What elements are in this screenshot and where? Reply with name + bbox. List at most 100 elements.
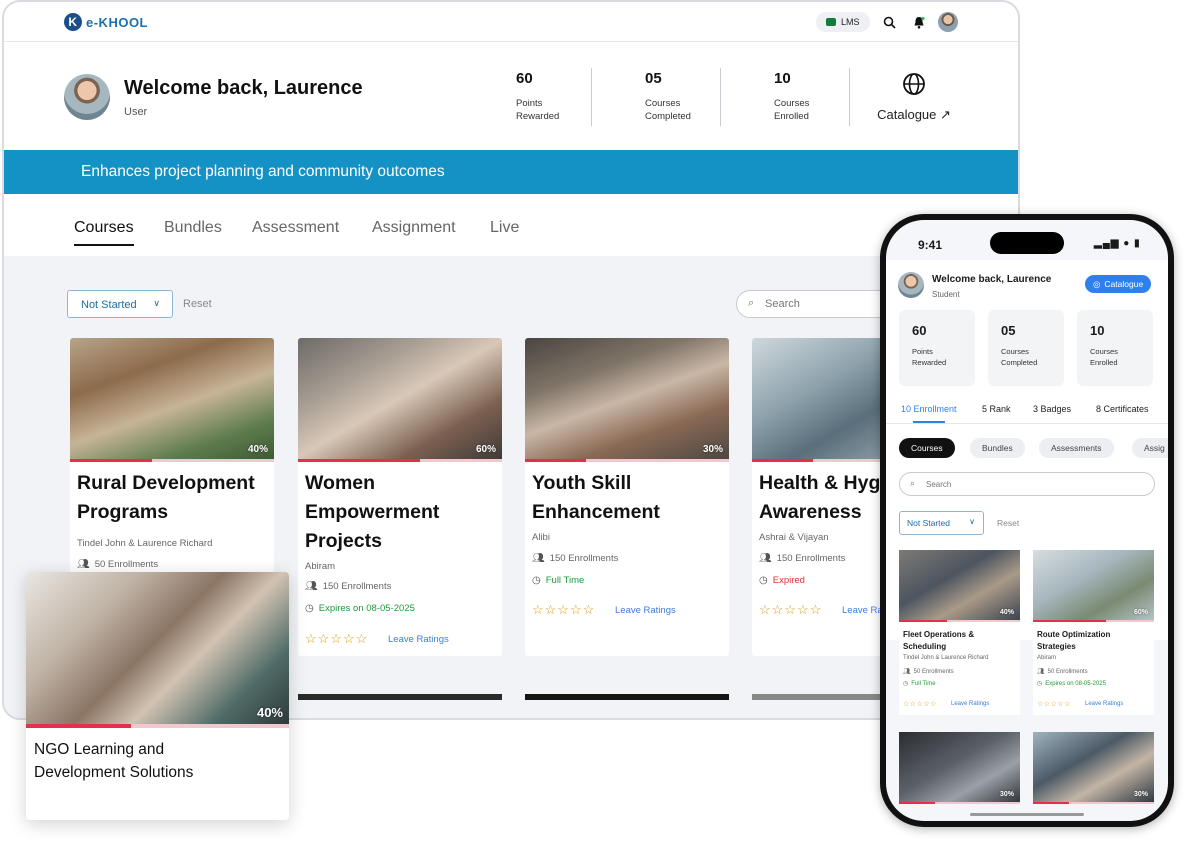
progress-fill [1033, 620, 1106, 622]
tab-enrollment[interactable]: 10 Enrollment [901, 404, 957, 423]
progress-fill [525, 459, 587, 462]
search-icon[interactable] [880, 13, 898, 31]
course-card[interactable]: 30% Youth Skill Enhancement Alibi 👥︎ 150 … [525, 338, 729, 656]
pill-assignment[interactable]: Assig [1132, 438, 1168, 458]
course-thumbnail: 30% [525, 338, 729, 459]
stat-completed: 05 Courses Completed [645, 70, 745, 123]
globe-icon [874, 72, 954, 101]
lms-switch-button[interactable]: LMS [816, 12, 870, 32]
course-card[interactable]: 60% Route Optimization Strategies Abiram … [1033, 550, 1154, 715]
leave-ratings-link[interactable]: Leave Ratings [951, 701, 989, 707]
progress-percent: 40% [256, 705, 283, 720]
tab-assessment[interactable]: Assessment [252, 219, 339, 237]
star-rating[interactable]: ☆☆☆☆☆ [1037, 700, 1071, 708]
search-input[interactable]: ⌕ Search [899, 472, 1155, 496]
welcome-title: Welcome back, Laurence [124, 77, 363, 99]
leave-ratings-link[interactable]: Leave Ratings [1085, 701, 1123, 707]
user-avatar[interactable] [938, 12, 958, 32]
welcome-title: Welcome back, Laurence [932, 274, 1052, 285]
bell-icon[interactable] [910, 13, 928, 31]
featured-course-card[interactable]: 40% NGO Learning and Development Solution… [26, 572, 289, 820]
course-thumbnail: 40% [70, 338, 274, 459]
pill-assessments[interactable]: Assessments [1039, 438, 1114, 458]
clock-icon: ◷ [1037, 681, 1043, 687]
tab-live[interactable]: Live [490, 219, 519, 237]
star-rating[interactable]: ☆☆☆☆☆ [903, 700, 937, 708]
tab-rank[interactable]: 5 Rank [982, 404, 1011, 414]
tab-courses[interactable]: Courses [74, 219, 134, 246]
course-card[interactable]: 30% [899, 732, 1020, 804]
lms-label: LMS [841, 17, 860, 27]
catalogue-link[interactable]: Catalogue ↗ [874, 72, 954, 123]
course-thumbnail: 60% [1033, 550, 1154, 620]
stat-value: 05 [645, 70, 662, 87]
stat-enrolled: 10 Courses Enrolled [1077, 310, 1153, 386]
brand-name: e-KHOOL [86, 14, 148, 30]
chevron-down-icon: ∨ [153, 298, 160, 308]
course-thumbnail: 30% [1033, 732, 1154, 802]
progress-fill [26, 724, 132, 728]
clock-icon: ◷ [759, 575, 768, 586]
reset-button[interactable]: Reset [997, 518, 1019, 528]
stat-label: Courses Enrolled [1090, 347, 1118, 367]
progress-percent: 30% [1133, 791, 1148, 798]
course-author: Tindel John & Laurence Richard [903, 655, 989, 661]
profile-avatar [64, 74, 110, 120]
stat-label: Courses Enrolled [774, 98, 810, 122]
enrollments-count: 👥︎ 150 Enrollments [532, 553, 619, 564]
progress-bar [899, 802, 1020, 804]
profile-avatar [898, 272, 924, 298]
search-placeholder: Search [926, 480, 952, 489]
stage: K e-KHOOL LMS Welcome back, Laurence Use… [0, 0, 1200, 847]
stat-label: Points Rewarded [912, 347, 947, 367]
progress-bar [525, 459, 729, 462]
globe-icon: ◎ [1093, 278, 1101, 289]
search-icon: ⌕ [748, 297, 755, 309]
star-rating[interactable]: ☆☆☆☆☆ [305, 631, 368, 647]
divider [591, 68, 592, 126]
course-status: ◷ Expired [759, 575, 805, 586]
status-filter-select[interactable]: Not Started ∨ [67, 290, 173, 318]
user-role: User [124, 106, 148, 118]
users-icon: 👥︎ [532, 553, 545, 564]
stat-label: Points Rewarded [516, 98, 560, 122]
tab-bundles[interactable]: Bundles [164, 219, 222, 237]
course-status: ◷ Expires on 08-05-2025 [1037, 680, 1106, 688]
enrollments-count: 👥︎ 50 Enrollments [77, 559, 159, 570]
status-filter-select[interactable]: Not Started ∨ [899, 511, 984, 535]
enrollments-count: 👥︎ 50 Enrollments [903, 668, 954, 676]
leave-ratings-link[interactable]: Leave Ratings [388, 634, 449, 645]
stat-label: Courses Completed [1001, 347, 1038, 367]
tab-certificates[interactable]: 8 Certificates [1096, 404, 1149, 414]
pill-courses[interactable]: Courses [899, 438, 955, 458]
clock-icon: ◷ [903, 681, 909, 687]
stat-label: Courses Completed [645, 98, 691, 122]
leave-ratings-link[interactable]: Leave Ratings [615, 605, 676, 616]
course-author: Ashrai & Vijayan [759, 532, 829, 543]
reset-button[interactable]: Reset [183, 298, 212, 310]
course-card[interactable]: 30% [1033, 732, 1154, 804]
status-filter-value: Not Started [81, 299, 137, 311]
star-rating[interactable]: ☆☆☆☆☆ [759, 602, 822, 618]
course-thumbnail: 30% [899, 732, 1020, 802]
progress-fill [70, 459, 152, 462]
divider [720, 68, 721, 126]
progress-fill [298, 459, 421, 462]
course-title: NGO Learning and Development Solutions [34, 741, 194, 781]
tab-assignment[interactable]: Assignment [372, 219, 456, 237]
tab-badges[interactable]: 3 Badges [1033, 404, 1071, 414]
course-card[interactable]: 40% Fleet Operations & Scheduling Tindel … [899, 550, 1020, 715]
enrollments-count: 👥︎ 150 Enrollments [759, 553, 846, 564]
brand-logo[interactable]: K e-KHOOL [64, 13, 148, 31]
next-row-card-edge [298, 694, 502, 700]
course-status: ◷ Full Time [532, 575, 585, 586]
phone-screen: 9:41 ▂▄▆ ● ▮ Welcome back, Laurence Stud… [886, 220, 1168, 821]
course-status: ◷ Full Time [903, 680, 936, 688]
enrollments-count: 👥︎ 50 Enrollments [1037, 668, 1088, 676]
leave-ratings-link[interactable]: Leave Ra [842, 605, 883, 616]
star-rating[interactable]: ☆☆☆☆☆ [532, 602, 595, 618]
pill-bundles[interactable]: Bundles [970, 438, 1025, 458]
users-icon: 👥︎ [1037, 669, 1045, 675]
catalogue-button[interactable]: ◎ Catalogue [1085, 275, 1152, 293]
course-card[interactable]: 60% Women Empowerment Projects Abiram 👥︎… [298, 338, 502, 656]
